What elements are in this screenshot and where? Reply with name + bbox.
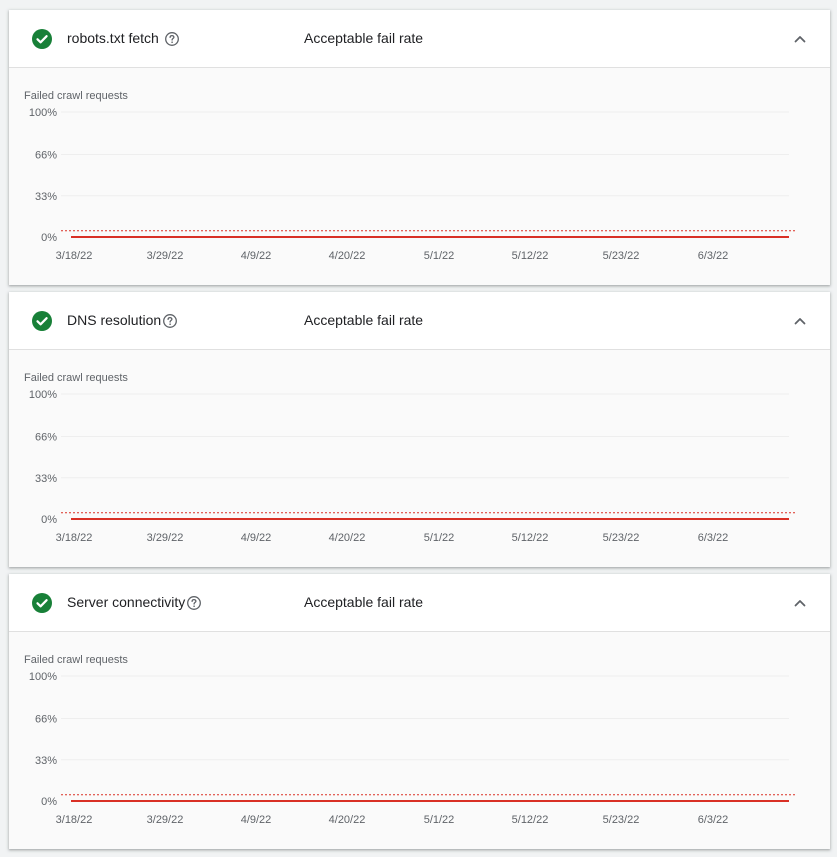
failed-crawl-chart: 100% 66% 33% 0% 3/18/22 3/29/22 4/9/22 4/20/22 5… (29, 389, 797, 544)
x-tick-label: 3/29/22 (147, 814, 184, 826)
x-tick-label: 4/20/22 (329, 532, 366, 544)
card-header: Server connectivity Acceptable fail rate (9, 574, 830, 632)
x-tick-label: 5/12/22 (512, 814, 549, 826)
host-status-card-dns: DNS resolution Acceptable fail rate Fail… (9, 292, 830, 567)
y-tick-label: 0% (41, 514, 57, 526)
y-tick-label: 33% (35, 473, 57, 485)
x-tick-label: 4/9/22 (241, 532, 272, 544)
x-tick-label: 4/9/22 (241, 250, 272, 262)
x-tick-label: 3/29/22 (147, 250, 184, 262)
y-tick-label: 100% (29, 107, 57, 119)
x-tick-label: 3/18/22 (56, 532, 93, 544)
x-tick-label: 6/3/22 (698, 814, 729, 826)
failed-crawl-chart: 100% 66% 33% 0% 3/18/22 3/29/22 4/9/22 4/20/22 5… (29, 671, 797, 826)
y-tick-label: 66% (35, 432, 57, 444)
y-tick-label: 0% (41, 796, 57, 808)
x-tick-label: 5/1/22 (424, 814, 455, 826)
x-tick-label: 4/20/22 (329, 250, 366, 262)
x-tick-label: 5/12/22 (512, 532, 549, 544)
x-tick-label: 6/3/22 (698, 532, 729, 544)
check-circle-icon (32, 593, 52, 613)
check-title: Server connectivity (67, 594, 186, 610)
host-status-card-robots: robots.txt fetch Acceptable fail rate Fa… (9, 10, 830, 285)
status-text: Acceptable fail rate (304, 312, 424, 328)
x-tick-label: 5/12/22 (512, 250, 549, 262)
card-header: DNS resolution Acceptable fail rate (9, 292, 830, 350)
chart-area: Failed crawl requests 100% 66% 33% 0% 3/18/2… (9, 68, 830, 285)
x-tick-label: 3/29/22 (147, 532, 184, 544)
chart-area: Failed crawl requests 100% 66% 33% 0% 3/18/2… (9, 632, 830, 849)
y-tick-label: 100% (29, 671, 57, 683)
x-tick-label: 5/1/22 (424, 250, 455, 262)
help-circle-icon[interactable] (186, 595, 202, 611)
y-tick-label: 66% (35, 150, 57, 162)
x-tick-label: 5/1/22 (424, 532, 455, 544)
x-tick-label: 3/18/22 (56, 250, 93, 262)
check-circle-icon (32, 29, 52, 49)
y-tick-label: 33% (35, 191, 57, 203)
x-tick-label: 4/9/22 (241, 814, 272, 826)
failed-crawl-chart: 100% 66% 33% 0% 3/18/22 3/29/22 4/9/22 4/20/22 5… (29, 107, 797, 262)
check-title: robots.txt fetch (67, 30, 159, 46)
x-tick-label: 4/20/22 (329, 814, 366, 826)
check-title: DNS resolution (67, 312, 162, 328)
y-tick-label: 66% (35, 714, 57, 726)
x-tick-label: 6/3/22 (698, 250, 729, 262)
y-tick-label: 0% (41, 232, 57, 244)
help-circle-icon[interactable] (162, 313, 178, 329)
chevron-up-icon[interactable] (792, 31, 808, 47)
x-tick-label: 5/23/22 (603, 814, 640, 826)
chevron-up-icon[interactable] (792, 313, 808, 329)
help-circle-icon[interactable] (164, 31, 180, 47)
y-tick-label: 33% (35, 755, 57, 767)
host-status-card-server: Server connectivity Acceptable fail rate… (9, 574, 830, 849)
chart-area: Failed crawl requests 100% 66% 33% 0% 3/18/2… (9, 350, 830, 567)
check-circle-icon (32, 311, 52, 331)
card-header: robots.txt fetch Acceptable fail rate (9, 10, 830, 68)
x-tick-label: 3/18/22 (56, 814, 93, 826)
x-tick-label: 5/23/22 (603, 532, 640, 544)
status-text: Acceptable fail rate (304, 30, 424, 46)
status-text: Acceptable fail rate (304, 594, 424, 610)
chevron-up-icon[interactable] (792, 595, 808, 611)
x-tick-label: 5/23/22 (603, 250, 640, 262)
y-tick-label: 100% (29, 389, 57, 401)
